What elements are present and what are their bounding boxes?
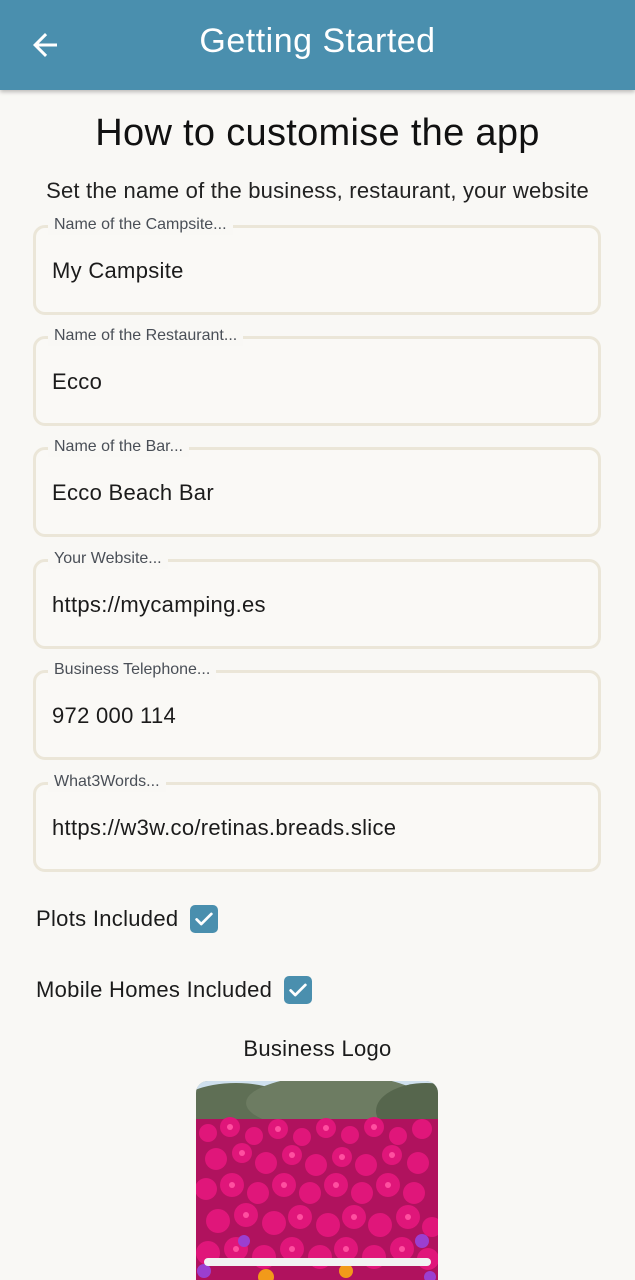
field-value[interactable]: Ecco bbox=[52, 369, 102, 395]
field-label: What3Words... bbox=[48, 772, 166, 792]
plots-included-checkbox[interactable] bbox=[190, 905, 219, 933]
field-value[interactable]: Ecco Beach Bar bbox=[52, 480, 214, 506]
field-value[interactable]: https://mycamping.es bbox=[52, 592, 266, 618]
business-logo-label: Business Logo bbox=[243, 1036, 392, 1061]
what3words-field[interactable]: What3Words... https://w3w.co/retinas.bre… bbox=[33, 772, 601, 872]
mobile-homes-included-label: Mobile Homes Included bbox=[36, 977, 273, 1002]
check-icon bbox=[289, 983, 307, 997]
mobile-homes-included-checkbox[interactable] bbox=[284, 976, 313, 1004]
telephone-field[interactable]: Business Telephone... 972 000 114 bbox=[33, 660, 601, 760]
field-label: Business Telephone... bbox=[48, 660, 217, 680]
business-logo-image[interactable] bbox=[196, 1081, 438, 1280]
field-label: Name of the Bar... bbox=[48, 437, 189, 457]
website-field[interactable]: Your Website... https://mycamping.es bbox=[33, 549, 601, 649]
field-value[interactable]: 972 000 114 bbox=[52, 703, 176, 729]
field-label: Your Website... bbox=[48, 549, 168, 569]
field-value[interactable]: My Campsite bbox=[52, 258, 184, 284]
mobile-homes-included-row[interactable]: Mobile Homes Included bbox=[36, 974, 313, 1006]
page-title: How to customise the app bbox=[95, 112, 540, 154]
home-indicator bbox=[204, 1258, 431, 1266]
restaurant-name-field[interactable]: Name of the Restaurant... Ecco bbox=[33, 326, 601, 426]
bar-name-field[interactable]: Name of the Bar... Ecco Beach Bar bbox=[33, 437, 601, 537]
plots-included-label: Plots Included bbox=[36, 906, 179, 931]
check-icon bbox=[195, 912, 214, 926]
app-bar: Getting Started bbox=[0, 0, 635, 90]
field-label: Name of the Restaurant... bbox=[48, 326, 244, 346]
plots-included-row[interactable]: Plots Included bbox=[36, 903, 219, 935]
flowers-photo bbox=[196, 1081, 438, 1280]
page-subtitle: Set the name of the business, restaurant… bbox=[46, 178, 589, 203]
field-label: Name of the Campsite... bbox=[48, 215, 233, 235]
app-bar-title: Getting Started bbox=[199, 22, 436, 60]
field-value[interactable]: https://w3w.co/retinas.breads.slice bbox=[52, 815, 396, 841]
campsite-name-field[interactable]: Name of the Campsite... My Campsite bbox=[33, 215, 601, 315]
